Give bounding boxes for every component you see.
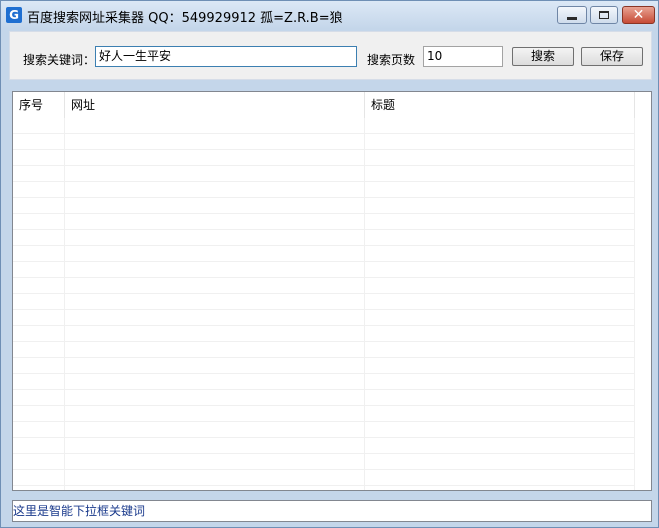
keyword-input[interactable]: 好人一生平安 — [95, 46, 357, 67]
maximize-button[interactable] — [590, 6, 618, 24]
row-gridline — [13, 149, 635, 150]
row-gridline — [13, 245, 635, 246]
row-gridline — [13, 165, 635, 166]
results-table[interactable]: 序号 网址 标题 — [12, 91, 652, 491]
column-header-index[interactable]: 序号 — [13, 92, 65, 118]
row-gridline — [13, 293, 635, 294]
row-gridline — [13, 453, 635, 454]
row-gridline — [13, 325, 635, 326]
row-gridline — [13, 485, 635, 486]
row-gridline — [13, 437, 635, 438]
close-button[interactable]: ✕ — [622, 6, 655, 24]
row-gridline — [13, 309, 635, 310]
minimize-icon — [567, 17, 577, 20]
row-gridline — [13, 133, 635, 134]
row-gridline — [13, 421, 635, 422]
close-icon: ✕ — [632, 7, 645, 23]
title-bar[interactable]: G 百度搜索网址采集器 QQ：549929912 孤=Z.R.B=狼 ✕ — [1, 1, 658, 29]
keyword-suggestion-box[interactable]: 这里是智能下拉框关键词 — [12, 500, 652, 522]
row-gridline — [13, 213, 635, 214]
column-divider — [634, 118, 635, 490]
row-gridline — [13, 373, 635, 374]
row-gridline — [13, 405, 635, 406]
column-header-title[interactable]: 标题 — [365, 92, 635, 118]
row-gridline — [13, 357, 635, 358]
row-gridline — [13, 341, 635, 342]
save-button[interactable]: 保存 — [581, 47, 643, 66]
search-button[interactable]: 搜索 — [512, 47, 574, 66]
search-panel: 搜索关键词： 好人一生平安 搜索页数 10 搜索 保存 — [9, 31, 652, 80]
minimize-button[interactable] — [557, 6, 587, 24]
row-gridline — [13, 197, 635, 198]
row-gridline — [13, 277, 635, 278]
column-divider — [364, 118, 365, 490]
row-gridline — [13, 469, 635, 470]
app-window: G 百度搜索网址采集器 QQ：549929912 孤=Z.R.B=狼 ✕ 搜索关… — [0, 0, 659, 528]
column-divider — [64, 118, 65, 490]
row-gridline — [13, 181, 635, 182]
row-gridline — [13, 229, 635, 230]
row-gridline — [13, 261, 635, 262]
app-icon: G — [6, 7, 22, 23]
keyword-label: 搜索关键词： — [23, 53, 96, 67]
row-gridline — [13, 389, 635, 390]
column-header-url[interactable]: 网址 — [65, 92, 365, 118]
pages-input[interactable]: 10 — [423, 46, 503, 67]
pages-label: 搜索页数 — [367, 53, 416, 67]
window-title: 百度搜索网址采集器 QQ：549929912 孤=Z.R.B=狼 — [27, 11, 343, 26]
maximize-icon — [599, 11, 609, 19]
